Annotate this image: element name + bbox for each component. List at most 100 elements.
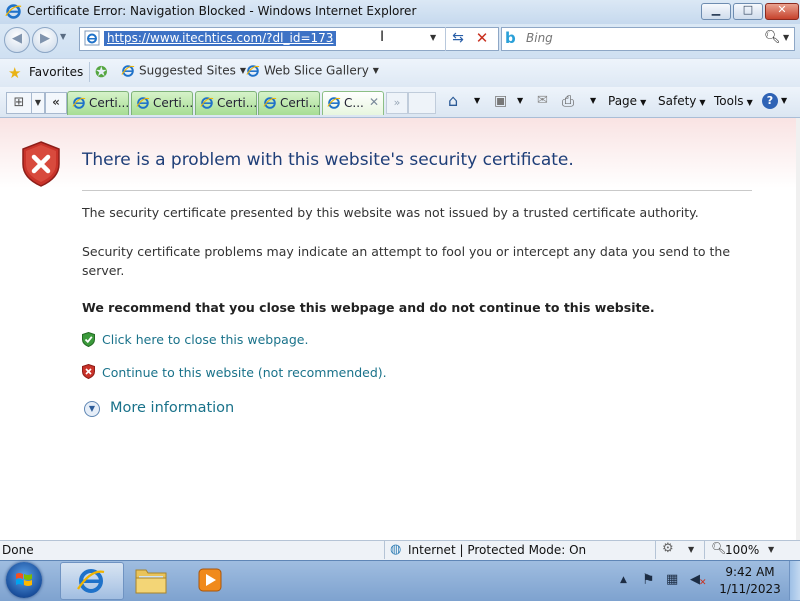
ie-icon <box>246 64 260 77</box>
home-dropdown[interactable]: ▼ <box>474 91 480 111</box>
windows-start-icon <box>16 573 32 586</box>
page-menu[interactable]: Page ▼ <box>608 91 646 111</box>
address-dropdown[interactable]: ▼ <box>430 33 436 42</box>
tab-label: Certi... <box>217 96 257 110</box>
taskbar-media-player-button[interactable] <box>190 562 252 598</box>
back-button[interactable]: ◀ <box>4 27 30 53</box>
maximize-button[interactable]: □ <box>733 3 763 20</box>
safety-menu-label: Safety <box>658 94 697 108</box>
web-slice-gallery-link[interactable]: Web Slice Gallery ▼ <box>246 63 379 83</box>
action-center-flag-icon[interactable]: ⚑ <box>642 572 655 588</box>
tab-label: Certi... <box>153 96 193 110</box>
stop-button[interactable]: ✕ <box>472 28 492 48</box>
search-input[interactable] <box>526 30 756 46</box>
suggested-sites-link[interactable]: Suggested Sites ▼ <box>121 63 246 83</box>
browser-tab[interactable]: Certi... <box>195 91 257 115</box>
back-arrow-icon: ◀ <box>12 31 22 46</box>
popup-blocker-icon[interactable]: ⚙ <box>662 541 674 556</box>
favorites-bar <box>0 58 800 88</box>
tab-scroll-left-button[interactable]: « <box>45 92 67 114</box>
ie-icon <box>263 97 277 109</box>
tools-menu-label: Tools <box>714 94 744 108</box>
error-description: The security certificate presented by th… <box>82 205 699 220</box>
help-icon[interactable]: ? <box>762 93 778 109</box>
tab-label: Certi... <box>89 96 129 110</box>
ie-icon <box>5 4 22 19</box>
network-icon[interactable]: ▦ <box>666 572 678 587</box>
error-title: There is a problem with this website's s… <box>82 150 574 170</box>
help-dropdown[interactable]: ▼ <box>781 91 787 111</box>
clock-date[interactable]: 1/11/2023 <box>715 582 785 596</box>
new-tab-button[interactable] <box>408 92 436 114</box>
bing-icon: b <box>505 29 516 47</box>
ie-icon <box>327 97 341 109</box>
chevron-down-icon: ▼ <box>699 98 706 107</box>
print-dropdown[interactable]: ▼ <box>590 91 596 111</box>
browser-tab-active[interactable]: C... ✕ <box>322 91 384 115</box>
zoom-dropdown[interactable]: ▼ <box>768 545 774 554</box>
error-explanation: Security certificate problems may indica… <box>82 244 731 278</box>
taskbar-explorer-button[interactable] <box>130 562 192 598</box>
clock-time[interactable]: 9:42 AM <box>715 565 785 579</box>
ie-icon <box>200 97 214 109</box>
mute-icon: ✕ <box>699 578 707 588</box>
show-desktop-button[interactable] <box>789 561 800 600</box>
search-options-dropdown[interactable]: ▼ <box>783 33 789 42</box>
browser-tab[interactable]: Certi... <box>258 91 320 115</box>
close-webpage-link[interactable]: Click here to close this webpage. <box>102 332 308 347</box>
web-slice-gallery-label: Web Slice Gallery <box>264 63 369 78</box>
tools-menu[interactable]: Tools ▼ <box>714 91 753 111</box>
print-icon[interactable]: ⎙ <box>562 91 574 111</box>
status-divider <box>384 541 385 559</box>
close-icon: ✕ <box>777 3 787 16</box>
address-url[interactable]: https://www.itechtics.com/?dl_id=173 <box>104 31 337 46</box>
favorites-button[interactable]: Favorites <box>29 65 83 79</box>
zoom-level[interactable]: 100% <box>725 543 759 557</box>
taskbar-ie-button[interactable] <box>60 562 124 600</box>
quick-tabs-button[interactable]: ⊞ <box>6 92 32 114</box>
tab-scroll-right-button[interactable]: » <box>386 92 408 114</box>
zoom-icon[interactable]: 🔍︎ <box>711 541 726 555</box>
more-information-link[interactable]: More information <box>110 400 234 416</box>
feeds-icon[interactable]: ▣ <box>494 91 507 111</box>
ie-icon <box>121 64 135 77</box>
home-icon[interactable]: ⌂ <box>448 91 458 111</box>
stop-icon: ✕ <box>475 29 489 47</box>
shield-check-icon <box>82 332 95 347</box>
page-ie-icon <box>84 30 100 46</box>
ie-icon <box>72 97 86 109</box>
tab-list-dropdown[interactable]: ▼ <box>31 92 45 114</box>
chevron-down-icon: ▼ <box>746 98 753 107</box>
search-icon[interactable]: 🔍︎ <box>764 30 781 45</box>
add-favorites-icon[interactable]: ✪ <box>95 63 108 81</box>
mail-icon[interactable]: ✉ <box>537 91 548 111</box>
favorites-star-icon[interactable]: ★ <box>8 64 21 82</box>
minimize-button[interactable]: ▁ <box>701 3 731 20</box>
safety-menu[interactable]: Safety ▼ <box>658 91 706 111</box>
forward-button[interactable]: ▶ <box>32 27 58 53</box>
recent-pages-dropdown[interactable]: ▼ <box>60 32 66 41</box>
grid-icon: ⊞ <box>13 95 25 110</box>
tab-label: Certi... <box>280 96 320 110</box>
security-zone-text[interactable]: Internet | Protected Mode: On <box>408 543 586 557</box>
close-tab-icon[interactable]: ✕ <box>369 95 379 109</box>
page-content <box>0 118 800 540</box>
browser-tab[interactable]: Certi... <box>67 91 129 115</box>
continue-to-website-link[interactable]: Continue to this website (not recommende… <box>102 365 387 380</box>
popup-blocker-dropdown[interactable]: ▼ <box>688 545 694 554</box>
close-window-button[interactable]: ✕ <box>765 3 799 20</box>
favorites-divider <box>89 62 90 82</box>
maximize-icon: □ <box>742 3 754 16</box>
recommendation-text: We recommend that you close this webpage… <box>82 300 655 315</box>
feeds-dropdown[interactable]: ▼ <box>517 91 523 111</box>
window-title: Certificate Error: Navigation Blocked - … <box>27 4 417 18</box>
status-text: Done <box>2 543 34 557</box>
vertical-scrollbar[interactable] <box>796 118 800 540</box>
refresh-button[interactable]: ⇆ <box>448 28 468 48</box>
chevron-down-icon: ▼ <box>372 66 379 75</box>
status-divider <box>704 541 705 559</box>
browser-tab[interactable]: Certi... <box>131 91 193 115</box>
expand-icon[interactable]: ▼ <box>84 401 100 417</box>
globe-icon: ◍ <box>390 542 402 557</box>
show-hidden-icons-button[interactable]: ▲ <box>620 575 627 585</box>
